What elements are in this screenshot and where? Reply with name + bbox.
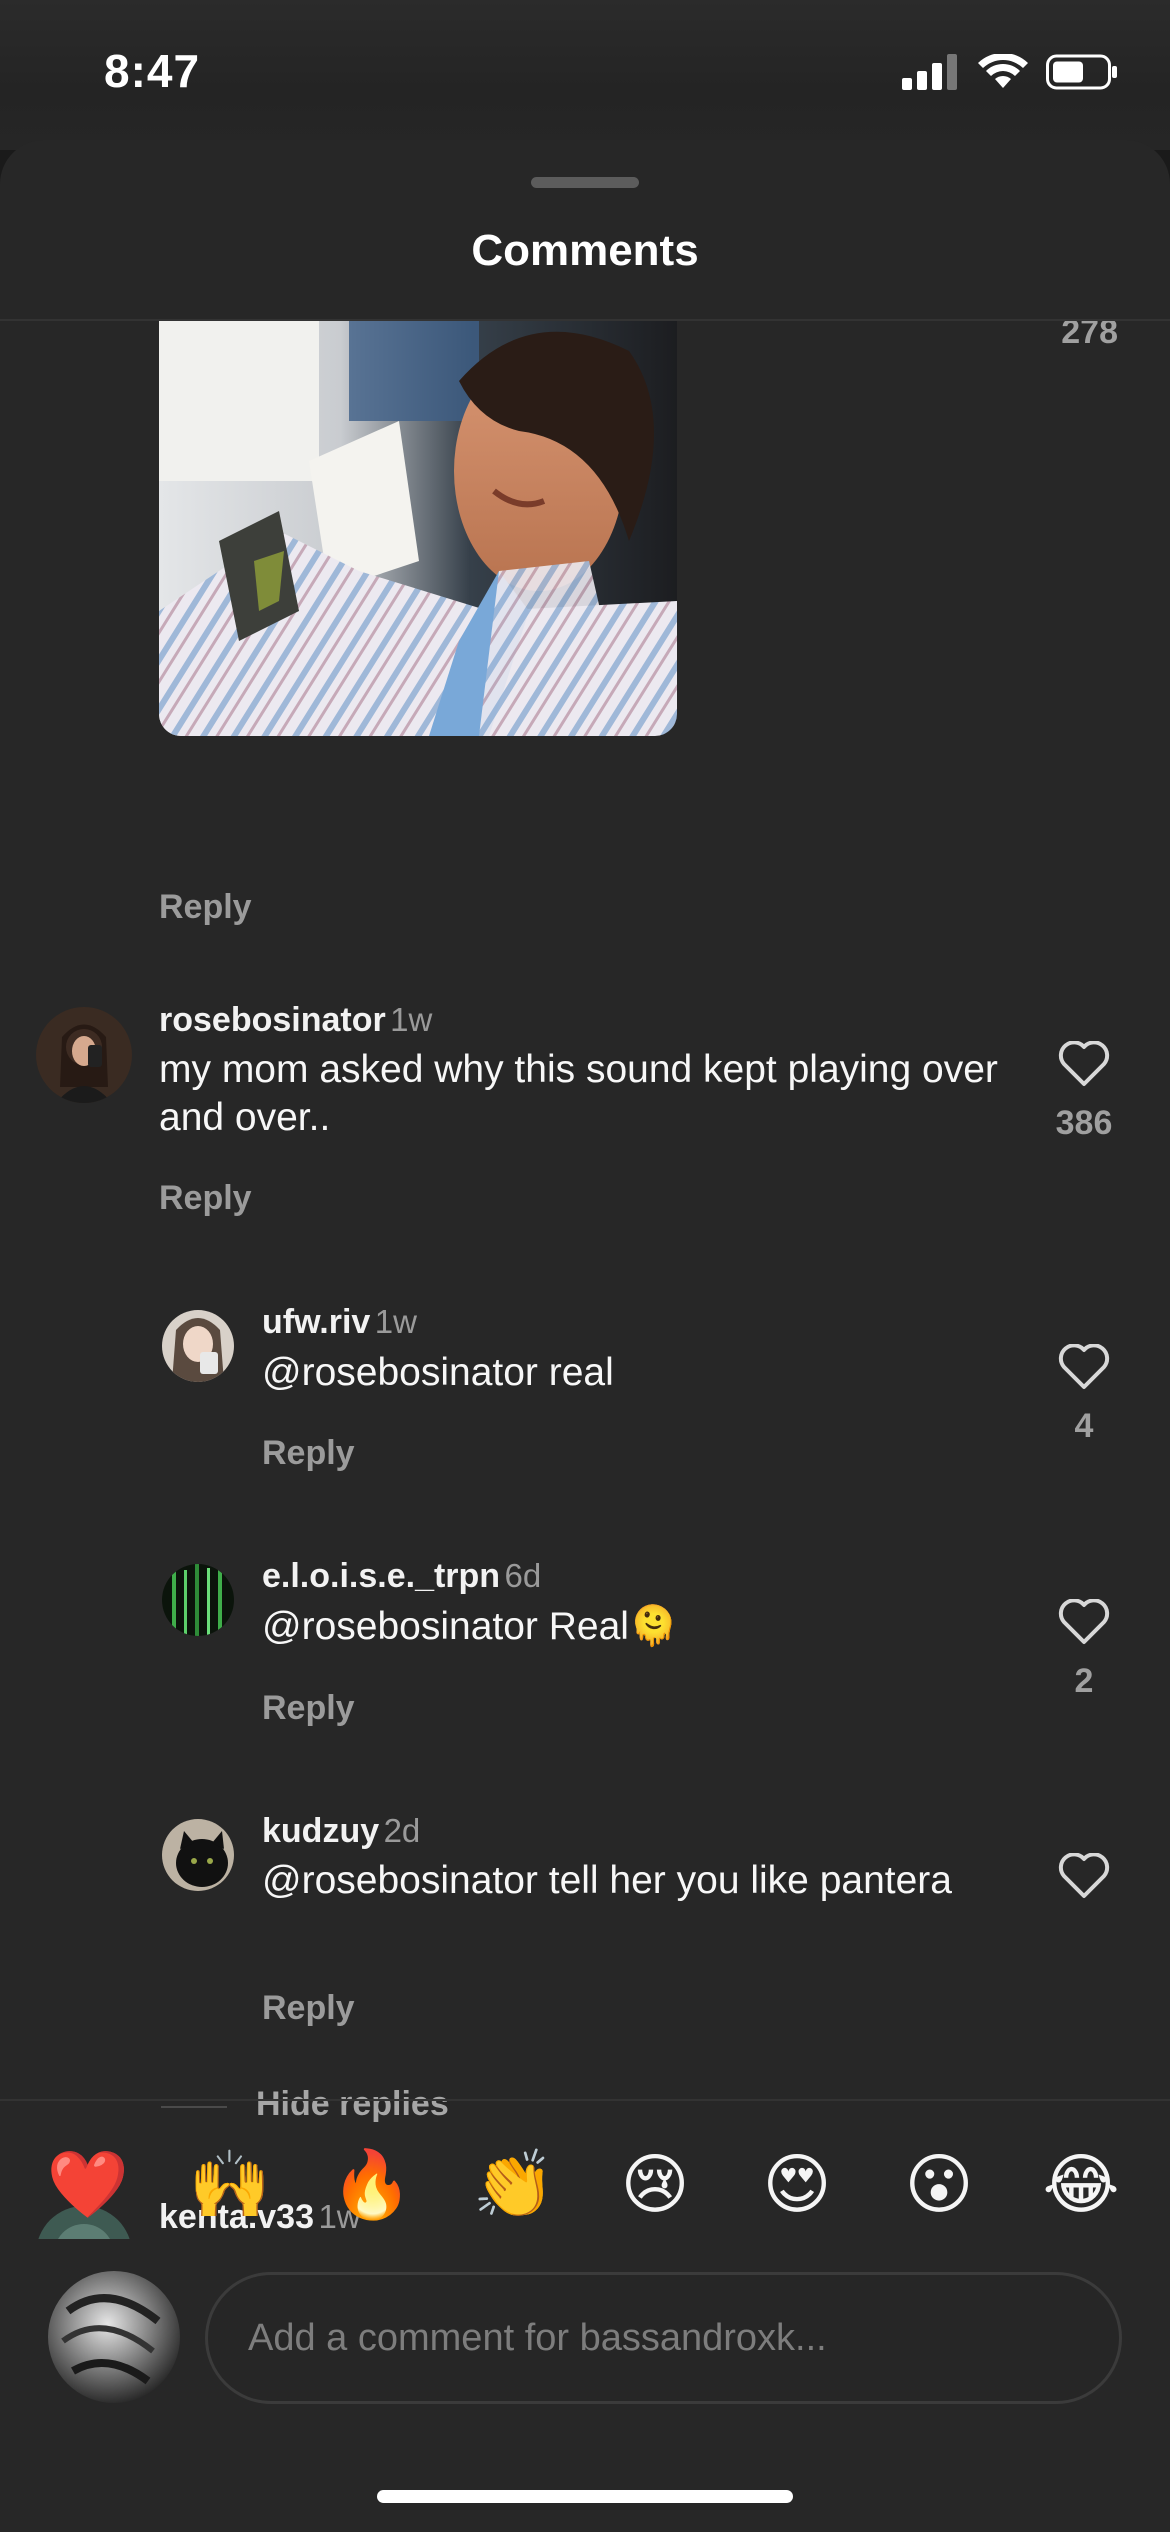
comments-list[interactable]: 278 Reply rosebosinator 1w my mom asked … <box>0 321 1170 2239</box>
reply-button[interactable]: Reply <box>262 1434 355 1473</box>
comment-text: my mom asked why this sound kept playing… <box>159 1048 998 1139</box>
melting-face-emoji: 🫠 <box>628 1604 678 1649</box>
comment-username[interactable]: rosebosinator <box>159 1001 386 1039</box>
home-indicator[interactable] <box>377 2490 793 2503</box>
comment-header: rosebosinator 1w <box>159 1001 432 1040</box>
sheet-grabber[interactable] <box>531 177 639 188</box>
like-control: 4 <box>1034 1343 1134 1446</box>
current-user-avatar <box>48 2271 180 2403</box>
emoji-fire[interactable]: 🔥 <box>327 2140 417 2230</box>
reply-timestamp: 1w <box>374 1303 417 1340</box>
emoji-crying[interactable]: 😢 <box>610 2140 700 2230</box>
comment-timestamp: 1w <box>390 1001 433 1038</box>
reply-text: @rosebosinator Real🫠 <box>262 1603 678 1651</box>
status-icons <box>902 50 1118 94</box>
emoji-heart-eyes[interactable]: 😍 <box>752 2140 842 2230</box>
heart-icon[interactable] <box>1058 1852 1110 1899</box>
heart-icon[interactable] <box>1058 1040 1110 1087</box>
cellular-signal-icon <box>902 54 957 90</box>
comment-gif-image[interactable] <box>159 321 677 736</box>
reply-text: @rosebosinator tell her you like pantera <box>262 1859 952 1902</box>
reply-header: kudzuy 2d <box>262 1812 420 1851</box>
like-count: 2 <box>1074 1662 1094 1700</box>
emoji-clapping[interactable]: 👏 <box>469 2140 559 2230</box>
emoji-laughing[interactable]: 😂 <box>1036 2140 1126 2230</box>
reply-header: ufw.riv 1w <box>262 1303 417 1342</box>
reply-text: @rosebosinator real <box>262 1351 614 1394</box>
reply-timestamp: 6d <box>504 1557 542 1594</box>
emoji-raising-hands[interactable]: 🙌 <box>185 2140 275 2230</box>
heart-icon[interactable] <box>1058 1598 1110 1645</box>
reply-username[interactable]: ufw.riv <box>262 1303 370 1341</box>
hide-replies-button[interactable]: Hide replies <box>256 2085 449 2124</box>
like-control: 2 <box>1034 1598 1134 1701</box>
reply-button[interactable]: Reply <box>262 1989 355 2028</box>
sheet-title: Comments <box>471 226 699 275</box>
reply-username[interactable]: e.l.o.i.s.e._trpn <box>262 1557 500 1595</box>
wifi-icon <box>978 54 1028 88</box>
emoji-quick-reactions: ❤️ 🙌 🔥 👏 😢 😍 😮 😂 <box>0 2140 1170 2230</box>
reply-button[interactable]: Reply <box>159 1179 252 1218</box>
reply-button[interactable]: Reply <box>159 888 252 927</box>
heart-icon[interactable] <box>1058 1343 1110 1390</box>
reply-text-content: @rosebosinator Real <box>262 1605 629 1648</box>
hide-replies-line <box>161 2106 227 2108</box>
like-count: 386 <box>1055 1104 1113 1142</box>
reply-username[interactable]: kudzuy <box>262 1812 379 1850</box>
like-control: 386 <box>1034 1040 1134 1143</box>
avatar[interactable] <box>36 1007 132 1103</box>
like-count: 278 <box>1061 321 1118 351</box>
like-control <box>1034 1852 1134 1904</box>
emoji-surprised[interactable]: 😮 <box>894 2140 984 2230</box>
like-count: 4 <box>1074 1407 1094 1445</box>
comment-input[interactable] <box>248 2275 1088 2401</box>
avatar[interactable] <box>162 1564 234 1636</box>
emoji-heart[interactable]: ❤️ <box>43 2140 133 2230</box>
reply-header: e.l.o.i.s.e._trpn 6d <box>262 1557 541 1596</box>
status-time: 8:47 <box>104 45 201 97</box>
status-bar: 8:47 <box>0 0 1170 150</box>
divider <box>0 2099 1170 2101</box>
reply-button[interactable]: Reply <box>262 1689 355 1728</box>
reply-timestamp: 2d <box>383 1812 421 1849</box>
avatar[interactable] <box>162 1310 234 1382</box>
comment-input-container[interactable] <box>205 2272 1122 2404</box>
avatar[interactable] <box>162 1819 234 1891</box>
battery-icon <box>1046 54 1117 90</box>
